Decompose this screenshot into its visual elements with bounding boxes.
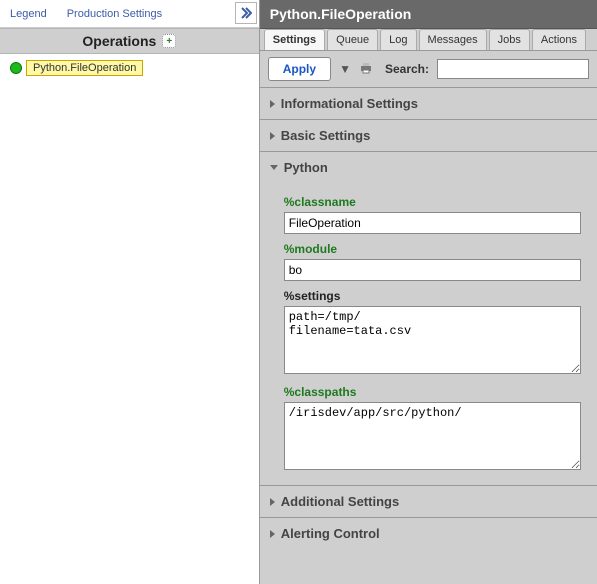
classpaths-field[interactable]	[284, 402, 581, 470]
toolbar: Apply ▼ Search:	[260, 51, 597, 87]
print-icon[interactable]	[359, 62, 373, 77]
left-top-bar: Legend Production Settings	[0, 0, 259, 28]
tab-actions[interactable]: Actions	[532, 29, 586, 50]
tab-messages[interactable]: Messages	[419, 29, 487, 50]
chevron-right-icon	[270, 100, 275, 108]
add-operation-button[interactable]: +	[162, 34, 176, 48]
chevron-right-icon	[270, 498, 275, 506]
status-dot-icon	[10, 62, 22, 74]
section-additional: Additional Settings	[260, 485, 597, 517]
tab-log[interactable]: Log	[380, 29, 416, 50]
chevron-right-icon	[270, 132, 275, 140]
legend-link[interactable]: Legend	[0, 8, 57, 20]
tab-settings[interactable]: Settings	[264, 29, 325, 50]
chevron-right-icon	[270, 530, 275, 538]
section-title: Informational Settings	[281, 96, 418, 111]
classname-field[interactable]	[284, 212, 581, 234]
section-header-alerting[interactable]: Alerting Control	[260, 518, 597, 549]
chevron-right-icon	[240, 7, 252, 19]
page-title: Python.FileOperation	[260, 0, 597, 29]
settings-field[interactable]	[284, 306, 581, 374]
section-title: Basic Settings	[281, 128, 371, 143]
search-label: Search:	[385, 62, 429, 76]
operations-tree: Python.FileOperation	[0, 54, 259, 82]
apply-button[interactable]: Apply	[268, 57, 331, 81]
filter-icon[interactable]: ▼	[339, 62, 351, 76]
operations-label: Operations	[82, 33, 156, 49]
right-pane: Python.FileOperation Settings Queue Log …	[260, 0, 597, 584]
section-header-additional[interactable]: Additional Settings	[260, 486, 597, 517]
module-field[interactable]	[284, 259, 581, 281]
classpaths-label: %classpaths	[284, 385, 581, 399]
left-pane: Legend Production Settings Operations + …	[0, 0, 260, 584]
section-header-python[interactable]: Python	[260, 152, 597, 183]
section-informational: Informational Settings	[260, 87, 597, 119]
module-label: %module	[284, 242, 581, 256]
classname-label: %classname	[284, 195, 581, 209]
section-basic: Basic Settings	[260, 119, 597, 151]
search-input[interactable]	[437, 59, 589, 79]
section-python: Python %classname %module %settings %cla…	[260, 151, 597, 485]
section-title: Additional Settings	[281, 494, 399, 509]
tabs: Settings Queue Log Messages Jobs Actions	[260, 29, 597, 51]
tree-item-label: Python.FileOperation	[26, 60, 143, 76]
section-header-informational[interactable]: Informational Settings	[260, 88, 597, 119]
tab-jobs[interactable]: Jobs	[489, 29, 530, 50]
expand-button[interactable]	[235, 2, 257, 24]
operations-header: Operations +	[0, 28, 259, 54]
settings-label: %settings	[284, 289, 581, 303]
section-title: Python	[284, 160, 328, 175]
production-settings-link[interactable]: Production Settings	[57, 8, 172, 20]
section-alerting: Alerting Control	[260, 517, 597, 549]
chevron-down-icon	[270, 165, 278, 170]
section-header-basic[interactable]: Basic Settings	[260, 120, 597, 151]
settings-sections: Informational Settings Basic Settings Py…	[260, 87, 597, 584]
tree-item[interactable]: Python.FileOperation	[10, 60, 249, 76]
tab-queue[interactable]: Queue	[327, 29, 378, 50]
section-title: Alerting Control	[281, 526, 380, 541]
